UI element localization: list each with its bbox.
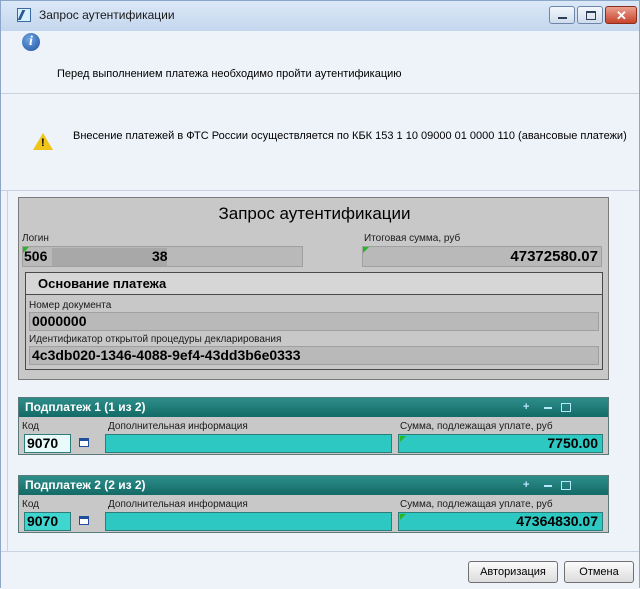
extra-info-label: Дополнительная информация <box>108 421 248 432</box>
info-icon: i <box>22 33 40 51</box>
sum-field-marker <box>400 436 406 442</box>
doc-number-field <box>29 312 599 331</box>
authorize-button[interactable]: Авторизация <box>468 561 558 583</box>
close-icon: ✕ <box>616 8 627 23</box>
info-message <box>1 31 639 94</box>
sum-field: 47364830.07 <box>398 512 603 531</box>
extra-info-input[interactable] <box>105 434 392 453</box>
minimize-button[interactable] <box>549 6 575 24</box>
subpayment-2-header: Подплатеж 2 (2 из 2) + <box>19 476 608 495</box>
calendar-icon[interactable] <box>79 516 89 525</box>
auth-dialog: Запрос аутентификации ✕ i Перед выполнен… <box>0 0 640 589</box>
sum-value: 47364830.07 <box>516 513 598 529</box>
subpayment-2: Подплатеж 2 (2 из 2) + Код 9070 Дополнит… <box>18 475 609 533</box>
login-label: Логин <box>22 233 49 244</box>
close-button[interactable]: ✕ <box>605 6 637 24</box>
total-label: Итоговая сумма, руб <box>364 233 461 244</box>
subpayment-1-title: Подплатеж 1 (1 из 2) <box>25 400 146 414</box>
table-icon[interactable] <box>561 481 571 490</box>
login-mask <box>52 248 167 266</box>
add-icon[interactable]: + <box>523 480 533 491</box>
dialog-footer: Авторизация Отмена <box>1 551 639 589</box>
window-title: Запрос аутентификации <box>39 8 175 22</box>
add-icon[interactable]: + <box>523 402 533 413</box>
warning-text: Внесение платежей в ФТС России осуществл… <box>73 130 627 142</box>
payment-basis-header: Основание платежа <box>26 273 602 295</box>
subpayment-2-title: Подплатеж 2 (2 из 2) <box>25 478 146 492</box>
login-prefix: 506 <box>24 248 48 264</box>
procedure-id-label: Идентификатор открытой процедуры деклари… <box>29 334 282 345</box>
procedure-id-value: 4c3db020-1346-4088-9ef4-43dd3b6e0333 <box>32 347 301 363</box>
remove-icon[interactable] <box>543 481 553 490</box>
code-label: Код <box>22 499 40 510</box>
maximize-button[interactable] <box>577 6 603 24</box>
code-input[interactable]: 9070 <box>24 434 71 453</box>
cancel-button[interactable]: Отмена <box>564 561 634 583</box>
calendar-icon[interactable] <box>79 438 89 447</box>
remove-icon[interactable] <box>543 403 553 412</box>
sum-label: Сумма, подлежащая уплате, руб <box>400 421 553 432</box>
payment-basis-title: Основание платежа <box>38 276 167 291</box>
extra-info-input[interactable] <box>105 512 392 531</box>
minimize-icon <box>558 17 567 19</box>
total-value: 47372580.07 <box>510 248 598 265</box>
login-suffix: 38 <box>152 248 168 264</box>
info-text: Перед выполнением платежа необходимо про… <box>57 68 402 80</box>
extra-info-label: Дополнительная информация <box>108 499 248 510</box>
doc-number-value: 0000000 <box>32 313 87 329</box>
subpayment-1: Подплатеж 1 (1 из 2) + Код 9070 Дополнит… <box>18 397 609 455</box>
maximize-icon <box>586 11 596 20</box>
table-icon[interactable] <box>561 403 571 412</box>
form-title: Запрос аутентификации <box>218 204 411 223</box>
code-label: Код <box>22 421 40 432</box>
code-input[interactable]: 9070 <box>24 512 71 531</box>
doc-number-label: Номер документа <box>29 300 112 311</box>
sum-field-marker <box>400 514 406 520</box>
sum-label: Сумма, подлежащая уплате, руб <box>400 499 553 510</box>
subpayment-1-header: Подплатеж 1 (1 из 2) + <box>19 398 608 417</box>
payment-basis-section: Основание платежа Номер документа 000000… <box>25 272 603 370</box>
auth-form: Запрос аутентификации Логин 506 38 Итого… <box>18 197 609 380</box>
sum-value: 7750.00 <box>547 435 598 451</box>
app-icon <box>17 8 31 22</box>
warning-mark: ! <box>41 137 45 149</box>
sum-field: 7750.00 <box>398 434 603 453</box>
title-bar[interactable]: Запрос аутентификации ✕ <box>1 1 639 31</box>
